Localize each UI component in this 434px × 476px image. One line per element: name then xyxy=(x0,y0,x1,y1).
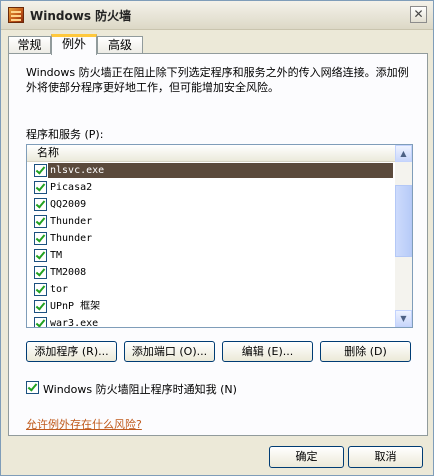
list-item-checkbox[interactable] xyxy=(34,249,47,262)
firewall-dialog: Windows 防火墙 ✕ 常规 例外 高级 Windows 防火墙正在阻止除下… xyxy=(0,0,434,476)
list-item-label: tor xyxy=(50,284,69,295)
edit-button[interactable]: 编辑 (E)... xyxy=(222,341,313,362)
list-item[interactable]: war3.exe xyxy=(27,315,396,328)
list-item[interactable]: tor xyxy=(27,281,396,298)
ok-button[interactable]: 确定 xyxy=(269,446,344,468)
scroll-up-icon[interactable]: ▲ xyxy=(395,145,412,162)
list-item-label: QQ2009 xyxy=(50,199,87,210)
list-item-checkbox[interactable] xyxy=(34,283,47,296)
list-item-label: war3.exe xyxy=(50,318,99,328)
list-item-label: Picasa2 xyxy=(50,182,93,193)
list-item-label: UPnP 框架 xyxy=(50,301,101,312)
list-item[interactable]: Thunder xyxy=(27,213,396,230)
list-item[interactable]: Picasa2 xyxy=(27,179,396,196)
list-item[interactable]: QQ2009 xyxy=(27,196,396,213)
list-item-checkbox[interactable] xyxy=(34,181,47,194)
list-item-label: nlsvc.exe xyxy=(48,163,393,178)
tab-exceptions[interactable]: 例外 xyxy=(51,34,97,55)
add-port-button[interactable]: 添加端口 (O)... xyxy=(124,341,215,362)
list-item-label: TM xyxy=(50,250,63,261)
add-program-button[interactable]: 添加程序 (R)... xyxy=(26,341,117,362)
scroll-down-icon[interactable]: ▼ xyxy=(395,310,412,327)
list-item[interactable]: nlsvc.exe xyxy=(27,162,396,179)
list-item-checkbox[interactable] xyxy=(34,317,47,327)
title-bar: Windows 防火墙 ✕ xyxy=(1,1,433,30)
delete-button[interactable]: 删除 (D) xyxy=(320,341,411,362)
notify-label[interactable]: Windows 防火墙阻止程序时通知我 (N) xyxy=(43,381,237,397)
list-item[interactable]: UPnP 框架 xyxy=(27,298,396,315)
list-item-label: Thunder xyxy=(50,216,93,227)
description-text: Windows 防火墙正在阻止除下列选定程序和服务之外的传入网络连接。添加例外将… xyxy=(26,66,409,94)
list-item[interactable]: TM2008 xyxy=(27,264,396,281)
programs-list-rows: nlsvc.exe Picasa2 QQ2009 Thunder Thunder xyxy=(27,162,396,328)
list-item-checkbox[interactable] xyxy=(34,232,47,245)
notify-checkbox[interactable] xyxy=(26,381,39,394)
column-header-name[interactable]: 名称 xyxy=(27,145,396,162)
window-title: Windows 防火墙 xyxy=(30,9,132,23)
list-item-checkbox[interactable] xyxy=(34,300,47,313)
close-icon[interactable]: ✕ xyxy=(410,6,427,23)
programs-list-label: 程序和服务 (P): xyxy=(26,126,103,142)
programs-label-text: 程序和服务 xyxy=(26,128,81,141)
cancel-button[interactable]: 取消 xyxy=(348,446,423,468)
risk-help-link[interactable]: 允许例外存在什么风险? xyxy=(26,416,142,432)
list-item-checkbox[interactable] xyxy=(34,266,47,279)
tab-advanced[interactable]: 高级 xyxy=(97,36,143,54)
list-item-checkbox[interactable] xyxy=(34,198,47,211)
tab-general[interactable]: 常规 xyxy=(8,36,51,54)
list-item-label: TM2008 xyxy=(50,267,87,278)
firewall-icon xyxy=(8,7,24,23)
list-item-checkbox[interactable] xyxy=(34,215,47,228)
programs-label-accesskey: (P): xyxy=(84,128,104,141)
exceptions-panel: Windows 防火墙正在阻止除下列选定程序和服务之外的传入网络连接。添加例外将… xyxy=(8,53,428,436)
programs-listbox[interactable]: 名称 nlsvc.exe Picasa2 QQ2009 Thunder Thun… xyxy=(26,144,413,328)
list-item[interactable]: TM xyxy=(27,247,396,264)
vertical-scrollbar[interactable]: ▲ ▼ xyxy=(395,145,412,327)
list-item-checkbox[interactable] xyxy=(34,164,47,177)
scrollbar-thumb[interactable] xyxy=(395,185,412,257)
list-item-label: Thunder xyxy=(50,233,93,244)
list-item[interactable]: Thunder xyxy=(27,230,396,247)
